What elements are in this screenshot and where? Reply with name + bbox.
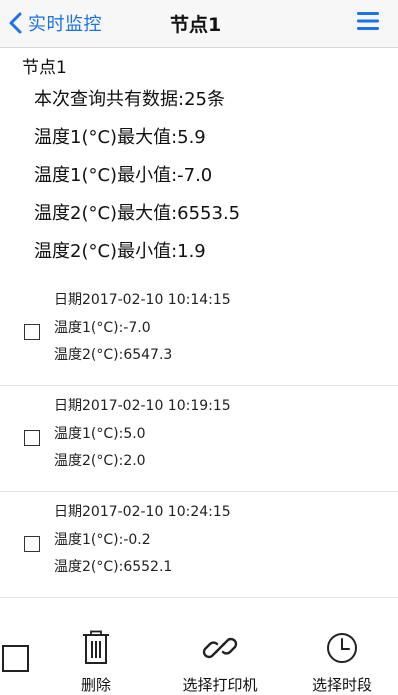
record-checkbox[interactable]	[24, 324, 40, 340]
select-all-checkbox[interactable]	[2, 645, 29, 672]
record-checkbox[interactable]	[24, 536, 40, 552]
summary-total-count: 本次查询共有数据:25条	[34, 89, 225, 110]
select-period-label: 选择时段	[311, 676, 372, 694]
back-label: 实时监控	[28, 14, 102, 35]
record-date: 日期2017-02-10 10:24:15	[54, 504, 231, 520]
record-item[interactable]: 日期2017-02-10 10:24:15 温度1(°C):-0.2 温度2(°…	[0, 492, 398, 598]
hamburger-menu-icon[interactable]	[356, 10, 380, 32]
record-temp1: 温度1(°C):5.0	[54, 426, 146, 442]
record-temp1: 温度1(°C):-7.0	[54, 320, 151, 336]
summary-temp2-min: 温度2(°C)最小值:1.9	[34, 241, 206, 262]
select-printer-label: 选择打印机	[182, 676, 258, 694]
record-temp2: 温度2(°C):6547.3	[54, 347, 173, 363]
record-date: 日期2017-02-10 10:14:15	[54, 292, 231, 308]
record-item[interactable]: 日期2017-02-10 10:19:15 温度1(°C):5.0 温度2(°C…	[0, 386, 398, 492]
summary-temp2-max: 温度2(°C)最大值:6553.5	[34, 203, 241, 224]
summary-temp1-min: 温度1(°C)最小值:-7.0	[34, 165, 213, 186]
clock-icon	[327, 633, 357, 663]
chevron-left-icon	[9, 12, 22, 34]
delete-button[interactable]: 删除	[72, 630, 120, 695]
record-item[interactable]: 日期2017-02-10 10:14:15 温度1(°C):-7.0 温度2(°…	[0, 280, 398, 386]
record-date: 日期2017-02-10 10:19:15	[54, 398, 231, 414]
link-icon	[202, 637, 238, 659]
select-printer-button[interactable]: 选择打印机	[170, 630, 270, 695]
delete-label: 删除	[80, 676, 111, 694]
record-checkbox[interactable]	[24, 430, 40, 446]
record-temp2: 温度2(°C):6552.1	[54, 559, 173, 575]
back-button[interactable]: 实时监控	[6, 8, 102, 38]
nav-bar: 实时监控 节点1	[0, 0, 398, 48]
select-period-button[interactable]: 选择时段	[302, 630, 382, 695]
node-heading: 节点1	[22, 58, 67, 78]
bottom-toolbar: 删除 选择打印机 选择时段	[0, 610, 398, 695]
summary-temp1-max: 温度1(°C)最大值:5.9	[34, 127, 206, 148]
record-temp1: 温度1(°C):-0.2	[54, 532, 151, 548]
trash-icon	[83, 630, 109, 664]
record-temp2: 温度2(°C):2.0	[54, 453, 146, 469]
page-title: 节点1	[170, 14, 222, 36]
